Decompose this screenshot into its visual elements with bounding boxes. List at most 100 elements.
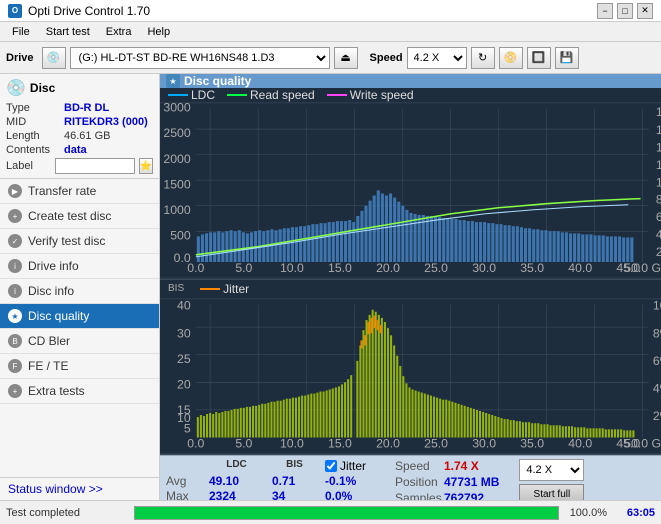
svg-text:25: 25 — [177, 352, 191, 366]
stats-main: LDC BIS Jitter Avg 49.10 0.71 -0.1% Max — [166, 459, 375, 500]
disc-type-label: Type — [6, 102, 64, 114]
svg-text:40.0: 40.0 — [568, 261, 592, 275]
eject-btn[interactable]: ⏏ — [334, 47, 358, 69]
svg-text:5.0: 5.0 — [235, 437, 252, 451]
media-btn[interactable]: 🔲 — [527, 47, 551, 69]
disc-header: 💿 Disc — [6, 78, 153, 98]
start-full-button[interactable]: Start full — [519, 484, 584, 500]
svg-text:30.0: 30.0 — [472, 261, 496, 275]
max-ldc: 2324 — [209, 489, 264, 500]
svg-text:30.0: 30.0 — [472, 437, 496, 451]
menu-file[interactable]: File — [4, 22, 38, 42]
nav-create-test-disc[interactable]: + Create test disc — [0, 204, 159, 229]
svg-text:15.0: 15.0 — [328, 261, 352, 275]
status-percent: 100.0% — [567, 507, 607, 519]
drive-select[interactable]: (G:) HL-DT-ST BD-RE WH16NS48 1.D3 — [70, 47, 330, 69]
nav-fe-te-label: FE / TE — [28, 359, 68, 373]
nav-fe-te[interactable]: F FE / TE — [0, 354, 159, 379]
nav-disc-info[interactable]: i Disc info — [0, 279, 159, 304]
nav-disc-quality-label: Disc quality — [28, 309, 89, 323]
disc-length-row: Length 46.61 GB — [6, 130, 153, 142]
label-browse-btn[interactable]: ⭐ — [139, 158, 153, 174]
svg-text:2500: 2500 — [163, 126, 190, 140]
drive-icon-btn[interactable]: 💿 — [42, 47, 66, 69]
jitter-checkbox[interactable] — [325, 460, 337, 472]
avg-ldc: 49.10 — [209, 474, 264, 488]
avg-label: Avg — [166, 474, 201, 488]
max-jitter: 0.0% — [325, 489, 375, 500]
save-btn[interactable]: 💾 — [555, 47, 579, 69]
legend-jitter-label: Jitter — [223, 282, 249, 296]
maximize-button[interactable]: □ — [617, 3, 633, 19]
bis-header: BIS — [272, 459, 317, 473]
max-label: Max — [166, 489, 201, 500]
verify-test-disc-icon: ✓ — [8, 234, 22, 248]
app-title: Opti Drive Control 1.70 — [28, 4, 150, 18]
max-bis: 34 — [272, 489, 317, 500]
stats-area: LDC BIS Jitter Avg 49.10 0.71 -0.1% Max — [160, 455, 661, 500]
svg-text:0.0: 0.0 — [187, 437, 204, 451]
disc-mid-value: RITEKDR3 (000) — [64, 116, 148, 128]
samples-row: Samples 762792 — [395, 491, 499, 500]
charts-area: 3000 2500 2000 1500 1000 500 0.0 18X 16X… — [160, 102, 661, 455]
speed-start-area: 4.2 X Start full Start part — [519, 459, 584, 500]
svg-text:6X: 6X — [656, 210, 661, 224]
progress-bar-container — [134, 506, 559, 520]
disc-label-label: Label — [6, 160, 51, 172]
svg-text:25.0: 25.0 — [424, 437, 448, 451]
extra-tests-icon: + — [8, 384, 22, 398]
svg-text:25.0: 25.0 — [424, 261, 448, 275]
svg-text:10.0: 10.0 — [280, 437, 304, 451]
nav-disc-quality[interactable]: ★ Disc quality — [0, 304, 159, 329]
create-test-disc-icon: + — [8, 209, 22, 223]
svg-text:1500: 1500 — [163, 177, 190, 191]
nav-cd-bler[interactable]: B CD Bler — [0, 329, 159, 354]
speed-select-stats[interactable]: 4.2 X — [519, 459, 584, 481]
svg-text:14X: 14X — [656, 141, 661, 155]
disc-length-label: Length — [6, 130, 64, 142]
menu-extra[interactable]: Extra — [98, 22, 140, 42]
nav-transfer-rate[interactable]: ▶ Transfer rate — [0, 179, 159, 204]
menu-start-test[interactable]: Start test — [38, 22, 98, 42]
bis-label: BIS — [168, 283, 184, 294]
disc-quality-icon: ★ — [8, 309, 22, 323]
jitter-color-swatch — [200, 288, 220, 290]
svg-text:1000: 1000 — [163, 203, 190, 217]
nav-extra-tests[interactable]: + Extra tests — [0, 379, 159, 404]
menu-help[interactable]: Help — [139, 22, 178, 42]
svg-text:500: 500 — [170, 228, 191, 242]
legend-read: Read speed — [227, 88, 315, 102]
transfer-rate-icon: ▶ — [8, 184, 22, 198]
max-row: Max 2324 34 0.0% — [166, 489, 375, 500]
disc-btn[interactable]: 📀 — [499, 47, 523, 69]
read-color-swatch — [227, 94, 247, 96]
speed-label: Speed — [370, 52, 403, 64]
legend-write: Write speed — [327, 88, 414, 102]
svg-text:40.0: 40.0 — [568, 437, 592, 451]
close-button[interactable]: ✕ — [637, 3, 653, 19]
top-legend: LDC Read speed Write speed — [160, 88, 661, 102]
bottom-legend: BIS Jitter — [160, 280, 661, 298]
status-window-button[interactable]: Status window >> — [0, 477, 159, 500]
svg-text:8%: 8% — [653, 326, 661, 340]
speed-select[interactable]: 4.2 X — [407, 47, 467, 69]
right-panel: ★ Disc quality LDC Read speed Write spee… — [160, 74, 661, 500]
refresh-btn[interactable]: ↻ — [471, 47, 495, 69]
svg-text:3000: 3000 — [163, 102, 190, 115]
minimize-button[interactable]: − — [597, 3, 613, 19]
svg-text:10.0: 10.0 — [280, 261, 304, 275]
svg-text:15.0: 15.0 — [328, 437, 352, 451]
nav-verify-test-disc[interactable]: ✓ Verify test disc — [0, 229, 159, 254]
nav-create-test-disc-label: Create test disc — [28, 209, 111, 223]
nav-disc-info-label: Disc info — [28, 284, 74, 298]
disc-label-input[interactable] — [55, 158, 135, 174]
disc-section: 💿 Disc Type BD-R DL MID RITEKDR3 (000) L… — [0, 74, 159, 179]
nav-drive-info[interactable]: i Drive info — [0, 254, 159, 279]
titlebar-left: O Opti Drive Control 1.70 — [8, 4, 150, 18]
nav-extra-tests-label: Extra tests — [28, 384, 85, 398]
menubar: File Start test Extra Help — [0, 22, 661, 42]
position-value: 47731 MB — [444, 475, 499, 489]
avg-bis: 0.71 — [272, 474, 317, 488]
jitter-check[interactable]: Jitter — [325, 459, 366, 473]
toolbar: Drive 💿 (G:) HL-DT-ST BD-RE WH16NS48 1.D… — [0, 42, 661, 74]
